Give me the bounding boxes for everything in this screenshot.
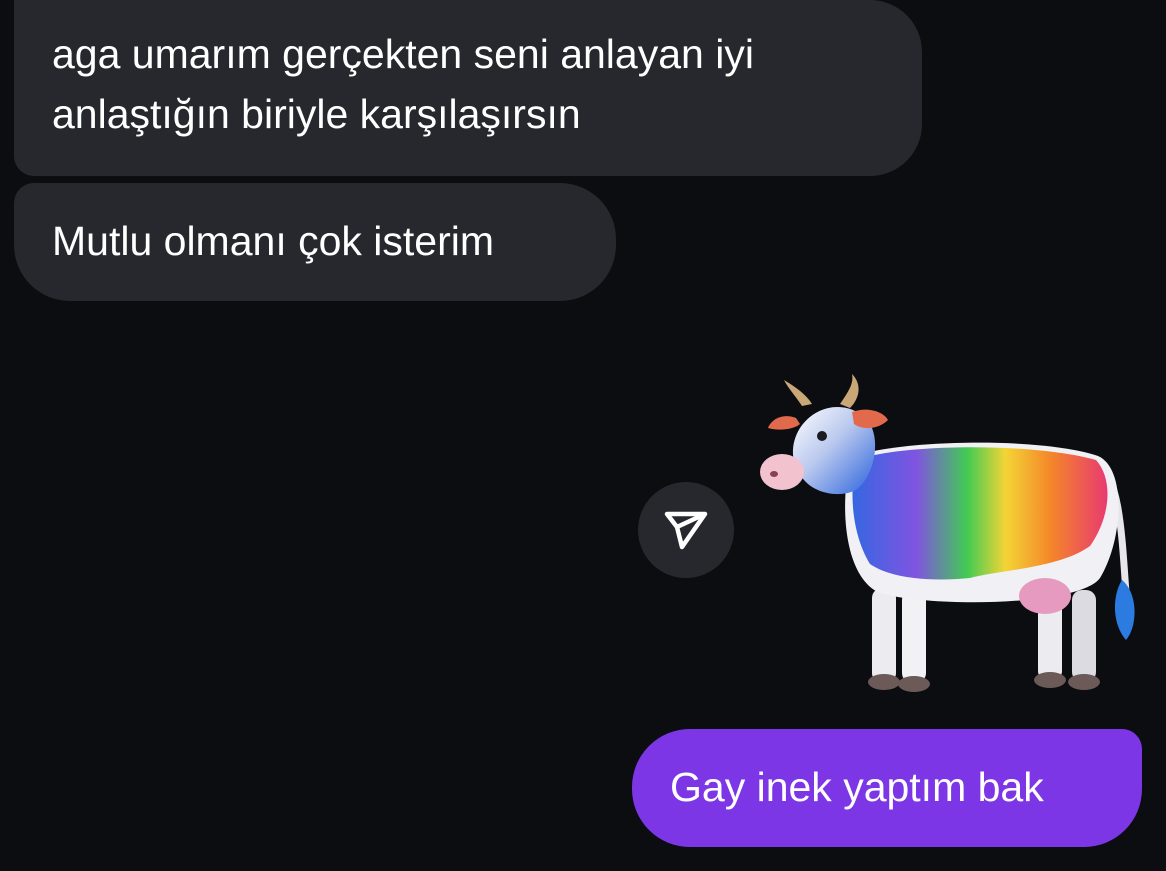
- message-text: Mutlu olmanı çok isterim: [52, 218, 495, 264]
- rainbow-cow-sticker[interactable]: [760, 368, 1150, 703]
- send-icon: [664, 511, 708, 550]
- outgoing-message-bubble[interactable]: Gay inek yaptım bak: [632, 729, 1142, 847]
- share-button[interactable]: [638, 482, 734, 578]
- incoming-message-bubble[interactable]: Mutlu olmanı çok isterim: [14, 183, 616, 301]
- message-text: aga umarım gerçekten seni anlayan iyi an…: [52, 31, 754, 137]
- message-text: Gay inek yaptım bak: [670, 764, 1044, 810]
- incoming-message-bubble[interactable]: aga umarım gerçekten seni anlayan iyi an…: [14, 0, 922, 176]
- chat-thread: aga umarım gerçekten seni anlayan iyi an…: [0, 0, 1166, 871]
